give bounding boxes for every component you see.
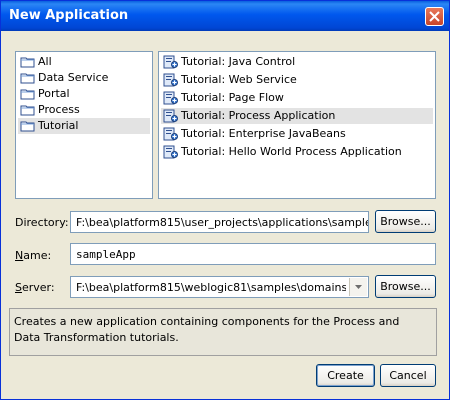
name-value: sampleApp [76, 248, 136, 261]
folder-icon [20, 54, 36, 70]
template-item-label: Tutorial: Web Service [181, 73, 297, 86]
name-label-rest: ame: [23, 249, 52, 262]
category-item[interactable]: All [18, 54, 150, 70]
folder-icon [20, 70, 36, 86]
cancel-button[interactable]: Cancel [380, 364, 436, 387]
description-panel: Creates a new application containing com… [9, 308, 437, 356]
name-label: Name: [15, 249, 51, 262]
category-item[interactable]: Data Service [18, 70, 150, 86]
category-item[interactable]: Process [18, 102, 150, 118]
category-item-label: All [38, 55, 52, 68]
create-button[interactable]: Create [316, 364, 375, 387]
application-template-icon [163, 126, 179, 142]
category-item[interactable]: Tutorial [18, 118, 150, 134]
server-label-rest: erver: [21, 281, 55, 294]
dialog-title: New Application [9, 8, 129, 23]
name-field[interactable]: sampleApp [70, 243, 436, 265]
category-item[interactable]: Portal [18, 86, 150, 102]
template-item[interactable]: Tutorial: Web Service [161, 72, 433, 88]
directory-field[interactable]: F:\bea\platform815\user_projects\applica… [70, 211, 369, 233]
server-label-mnemonic: S [15, 281, 22, 294]
application-template-icon [163, 90, 179, 106]
folder-icon [20, 102, 36, 118]
title-bar[interactable]: New Application [1, 1, 449, 31]
category-item-label: Data Service [38, 71, 109, 84]
server-dropdown-button[interactable] [349, 278, 367, 296]
template-item-label: Tutorial: Enterprise JavaBeans [181, 127, 346, 140]
close-icon [429, 11, 440, 22]
server-select[interactable]: F:\bea\platform815\weblogic81\samples\do… [70, 276, 369, 298]
folder-icon [20, 118, 36, 134]
description-text: Creates a new application containing com… [14, 315, 400, 344]
chevron-down-icon [355, 285, 362, 289]
template-item[interactable]: Tutorial: Enterprise JavaBeans [161, 126, 433, 142]
server-value: F:\bea\platform815\weblogic81\samples\do… [76, 281, 346, 294]
template-item[interactable]: Tutorial: Hello World Process Applicatio… [161, 144, 433, 160]
category-list[interactable]: All Data Service Portal Process Tutorial [15, 51, 153, 199]
category-item-label: Tutorial [38, 119, 79, 132]
template-item[interactable]: Tutorial: Process Application [161, 108, 433, 124]
server-label: Server: [15, 281, 55, 294]
template-item-label: Tutorial: Java Control [181, 55, 296, 68]
new-application-dialog: New Application All Data Service Portal Pro… [0, 0, 450, 400]
category-item-label: Portal [38, 87, 70, 100]
category-item-label: Process [38, 103, 80, 116]
template-item-label: Tutorial: Hello World Process Applicatio… [181, 145, 402, 158]
template-item[interactable]: Tutorial: Page Flow [161, 90, 433, 106]
directory-label: Directory: [15, 216, 69, 229]
server-browse-button[interactable]: Browse... [375, 275, 436, 298]
close-button[interactable] [425, 7, 444, 26]
application-template-icon [163, 72, 179, 88]
application-template-icon [163, 144, 179, 160]
folder-icon [20, 86, 36, 102]
template-item-label: Tutorial: Process Application [181, 109, 336, 122]
application-template-icon [163, 108, 179, 124]
directory-browse-button[interactable]: Browse... [375, 210, 436, 233]
template-item[interactable]: Tutorial: Java Control [161, 54, 433, 70]
template-list[interactable]: Tutorial: Java Control Tutorial: Web Serv… [158, 51, 436, 199]
application-template-icon [163, 54, 179, 70]
directory-value: F:\bea\platform815\user_projects\applica… [76, 216, 369, 229]
name-label-mnemonic: N [15, 249, 24, 262]
template-item-label: Tutorial: Page Flow [181, 91, 284, 104]
